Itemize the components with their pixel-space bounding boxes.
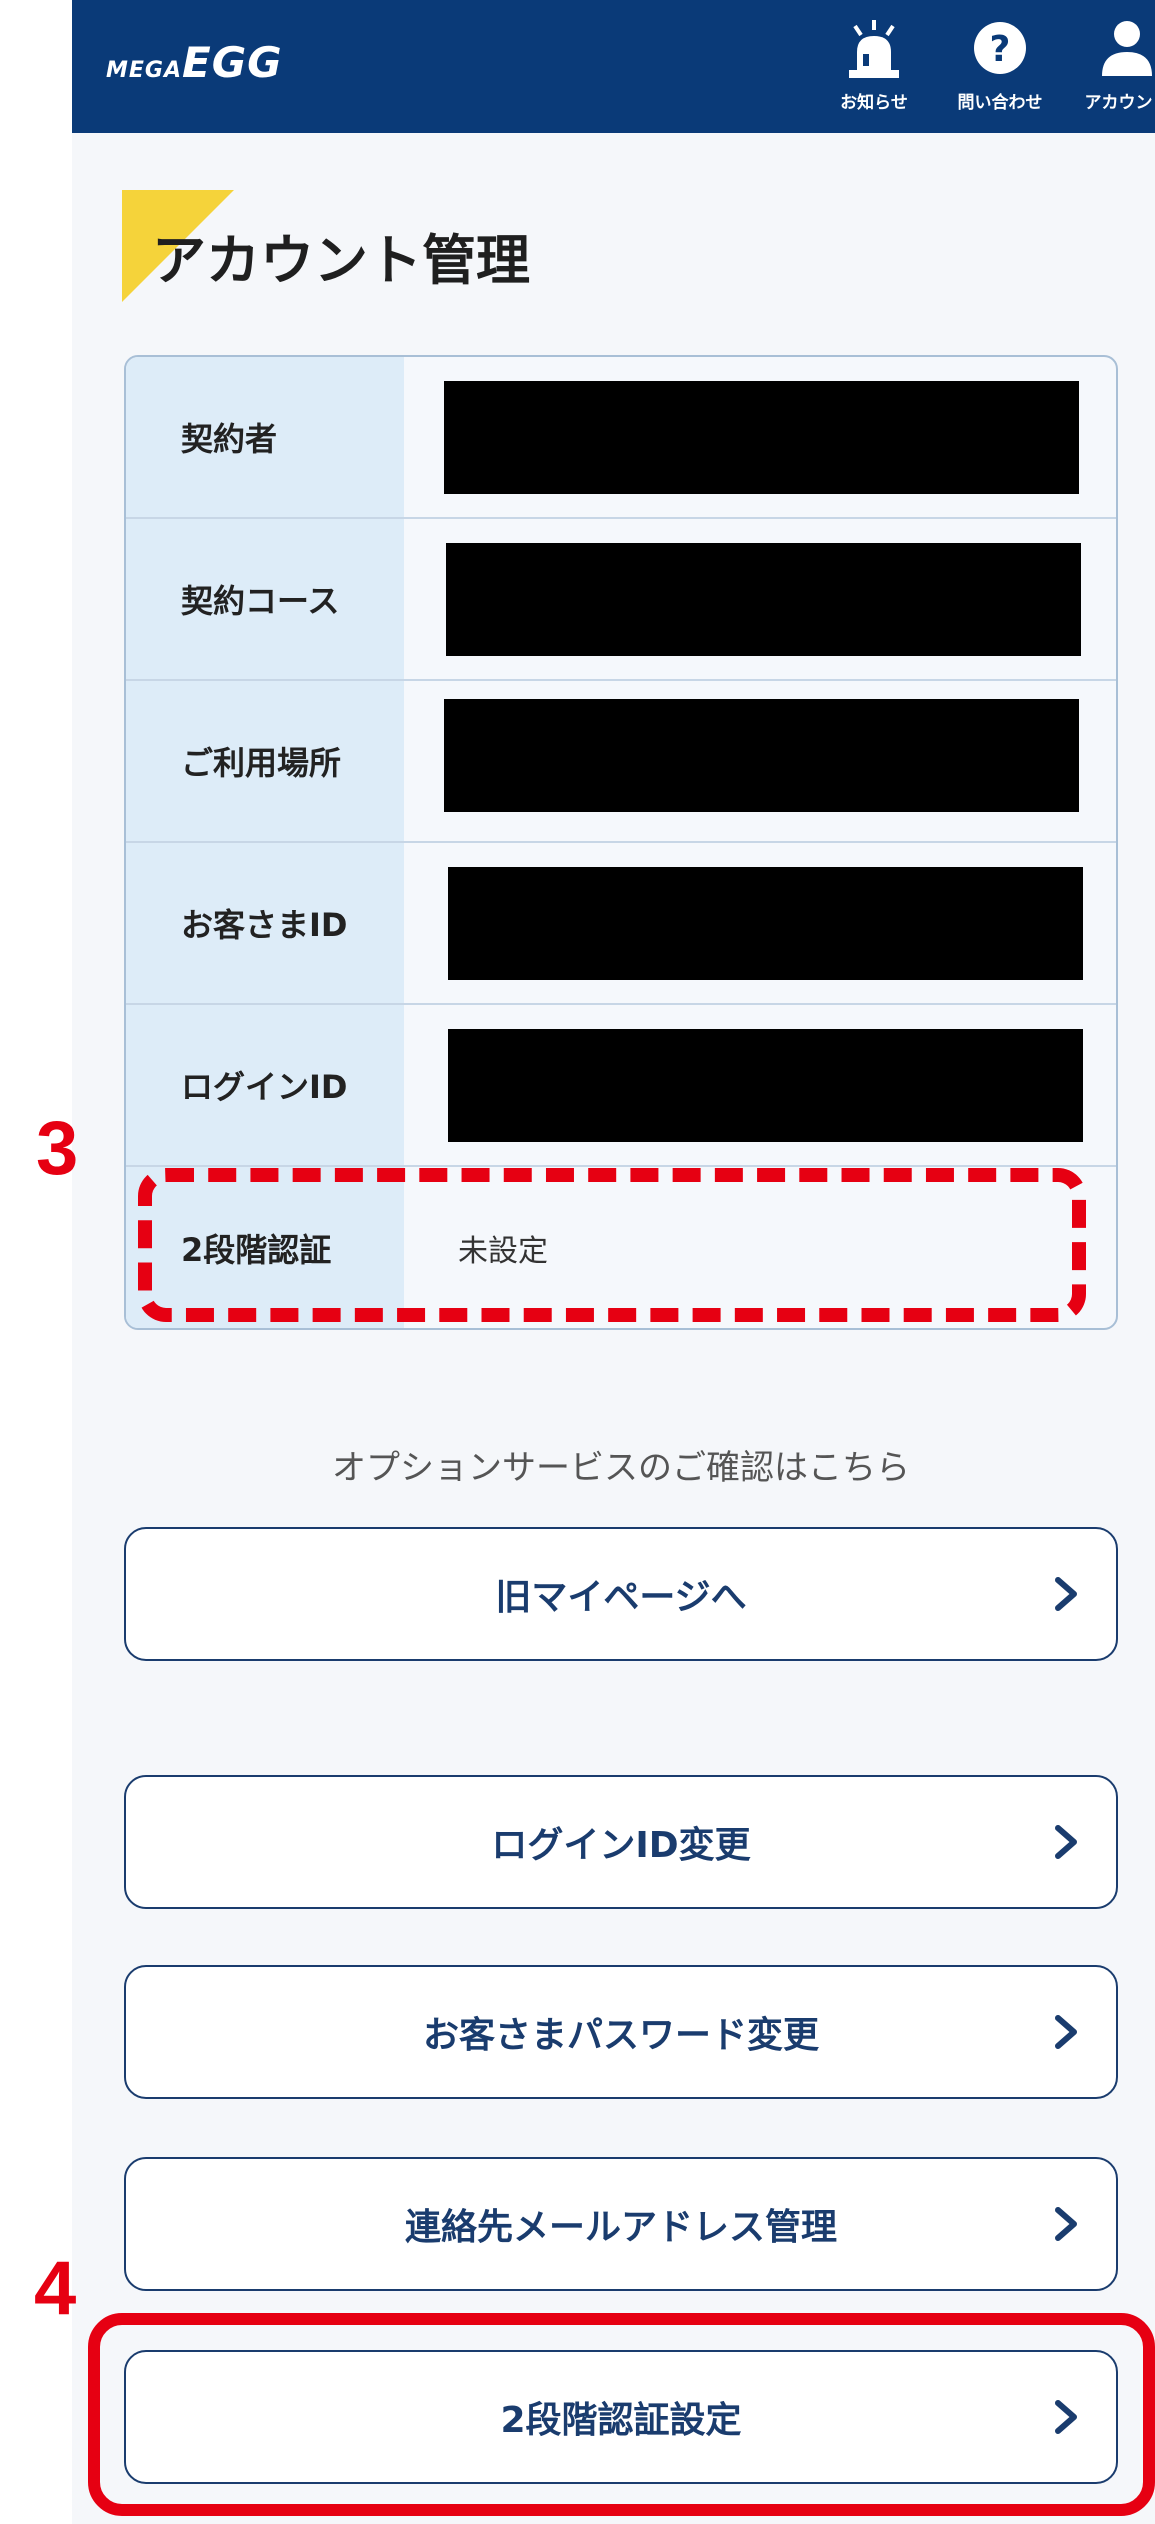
row-value-cell (404, 519, 1116, 679)
header-account-label: アカウント (1084, 93, 1155, 113)
header-notifications-label: お知らせ (840, 93, 908, 113)
table-row-contractor: 契約者 (126, 357, 1116, 519)
redacted-value (444, 699, 1079, 812)
redacted-value (448, 867, 1083, 980)
row-label-cell: お客さまID (126, 843, 404, 1003)
button-label: 連絡先メールアドレス管理 (404, 2207, 837, 2248)
contact-email-management-button[interactable]: 連絡先メールアドレス管理 (124, 2157, 1118, 2291)
top-header: MEGAEGG お知らせ ? 問い合わせ アカウント (72, 0, 1155, 133)
row-label: 契約コース (181, 582, 340, 620)
chevron-right-icon (1055, 2015, 1077, 2049)
button-label: 旧マイページへ (495, 1577, 747, 1618)
notification-siren-icon (849, 20, 899, 78)
option-service-caption: オプションサービスのご確認はこちら (332, 1448, 910, 1488)
annotation-step-3: 3 (36, 1106, 79, 1191)
megaegg-logo[interactable]: MEGAEGG (106, 38, 283, 87)
header-contact-button[interactable]: ? 問い合わせ (945, 18, 1055, 118)
chevron-right-icon (1055, 2207, 1077, 2241)
annotation-step-4: 4 (34, 2246, 77, 2331)
row-label: ログインID (181, 1068, 348, 1106)
svg-text:?: ? (990, 29, 1011, 70)
change-login-id-button[interactable]: ログインID変更 (124, 1775, 1118, 1909)
chevron-right-icon (1055, 1825, 1077, 1859)
row-value-cell (404, 1005, 1116, 1165)
question-icon: ? (974, 22, 1026, 74)
logo-text-mega: MEGA (106, 58, 183, 83)
row-label-cell: ご利用場所 (126, 681, 404, 841)
header-notifications-button[interactable]: お知らせ (819, 18, 929, 118)
redacted-value (448, 1029, 1083, 1142)
row-label: 契約者 (181, 420, 278, 458)
user-icon (1102, 21, 1152, 76)
header-contact-label: 問い合わせ (957, 93, 1043, 113)
page-title: アカウント管理 (152, 229, 530, 292)
row-value-cell (404, 357, 1116, 517)
header-account-button[interactable]: アカウント (1072, 18, 1155, 118)
row-label: お客さまID (181, 906, 348, 944)
button-label: ログインID変更 (491, 1825, 751, 1866)
table-row-login-id: ログインID (126, 1005, 1116, 1167)
left-margin (0, 0, 72, 2524)
redacted-value (446, 543, 1081, 656)
chevron-right-icon (1055, 1577, 1077, 1611)
logo-text-egg: EGG (182, 38, 283, 87)
row-label-cell: 契約者 (126, 357, 404, 517)
row-value-cell (404, 843, 1116, 1003)
row-value-cell (404, 681, 1116, 841)
redacted-value (444, 381, 1079, 494)
old-mypage-button[interactable]: 旧マイページへ (124, 1527, 1118, 1661)
annotation-solid-highlight (88, 2313, 1155, 2516)
table-row-customer-id: お客さまID (126, 843, 1116, 1005)
row-label-cell: 契約コース (126, 519, 404, 679)
change-password-button[interactable]: お客さまパスワード変更 (124, 1965, 1118, 2099)
row-label-cell: ログインID (126, 1005, 404, 1165)
table-row-location: ご利用場所 (126, 681, 1116, 843)
table-row-course: 契約コース (126, 519, 1116, 681)
annotation-dashed-highlight (138, 1168, 1086, 1322)
row-label: ご利用場所 (181, 744, 342, 782)
button-label: お客さまパスワード変更 (422, 2015, 819, 2056)
